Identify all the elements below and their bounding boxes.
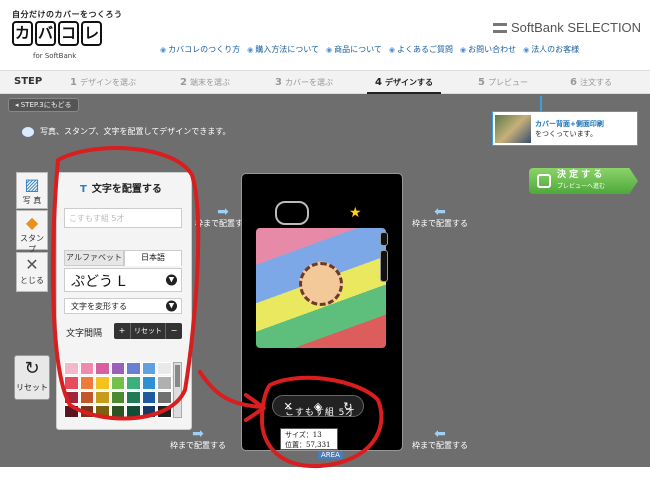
red-annotation-overlay: [51, 146, 384, 469]
panel-circle: [51, 146, 201, 421]
toolbar-circle: [259, 375, 384, 469]
